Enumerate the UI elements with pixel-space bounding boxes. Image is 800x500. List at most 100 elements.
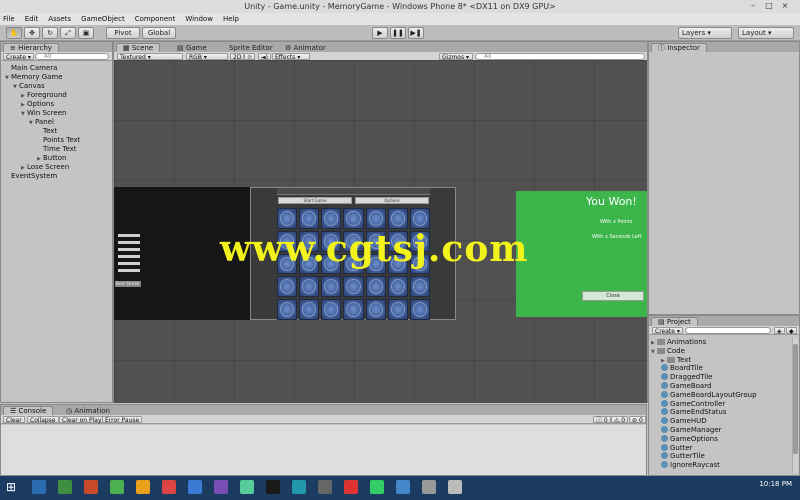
tab-console[interactable]: ☰ Console — [3, 406, 54, 415]
console-info-count[interactable]: ⓘ 0 — [593, 416, 611, 424]
taskbar-app-icon[interactable] — [396, 480, 410, 494]
rotate-tool-icon[interactable]: ↻ — [42, 27, 58, 39]
hierarchy-item[interactable]: ▶ Button — [37, 154, 66, 163]
move-tool-icon[interactable]: ✥ — [24, 27, 40, 39]
hierarchy-item[interactable]: ▼ Panel — [29, 118, 54, 127]
layers-dropdown[interactable]: Layers ▾ — [678, 27, 732, 39]
global-toggle[interactable]: Global — [142, 27, 176, 39]
project-folder[interactable]: ▶ Text — [661, 356, 691, 365]
console-warning-count[interactable]: ⚠ 0 — [611, 416, 629, 424]
taskbar-app-icon[interactable] — [188, 480, 202, 494]
hierarchy-item[interactable]: Main Camera — [5, 64, 57, 73]
taskbar-app-icon[interactable] — [58, 480, 72, 494]
hierarchy-item[interactable]: ▶ Options — [21, 100, 54, 109]
taskbar-app-icon[interactable] — [240, 480, 254, 494]
project-script[interactable]: GameController — [661, 399, 725, 409]
scene-search-input[interactable]: All — [475, 53, 645, 60]
shading-dropdown[interactable]: Textured ▾ — [117, 53, 183, 61]
tab-sprite-editor[interactable]: Sprite Editor — [222, 43, 280, 52]
project-scrollbar[interactable] — [792, 338, 798, 473]
taskbar-app-icon[interactable] — [292, 480, 306, 494]
project-script[interactable]: GameBoard — [661, 382, 711, 391]
hierarchy-item[interactable]: ▼ Win Screen — [21, 109, 66, 118]
taskbar-app-icon[interactable] — [32, 480, 46, 494]
taskbar-app-icon[interactable] — [266, 480, 280, 494]
gizmos-dropdown[interactable]: Gizmos ▾ — [439, 53, 473, 61]
taskbar-app-icon[interactable] — [448, 480, 462, 494]
menu-component[interactable]: Component — [135, 15, 176, 23]
tab-inspector[interactable]: ⓘ Inspector — [651, 43, 707, 52]
taskbar-app-icon[interactable] — [110, 480, 124, 494]
project-search-input[interactable] — [685, 327, 771, 334]
close-window-button[interactable]: × — [780, 2, 790, 10]
hierarchy-item[interactable]: Points Text — [37, 136, 80, 145]
project-folder[interactable]: ▼ Code — [651, 347, 685, 356]
menu-file[interactable]: File — [3, 15, 15, 23]
tab-hierarchy[interactable]: ≡ Hierarchy — [3, 43, 59, 52]
taskbar-app-icon[interactable] — [214, 480, 228, 494]
hierarchy-create-button[interactable]: Create ▾ — [3, 53, 34, 61]
project-scroll-thumb[interactable] — [793, 344, 798, 454]
hand-tool-icon[interactable]: ✋ — [6, 27, 22, 39]
2d-toggle[interactable]: 2D — [230, 53, 245, 61]
taskbar-app-icon[interactable] — [318, 480, 332, 494]
layout-dropdown[interactable]: Layout ▾ — [738, 27, 794, 39]
console-error-count[interactable]: ⊘ 0 — [629, 416, 646, 424]
menu-gameobject[interactable]: GameObject — [81, 15, 125, 23]
audio-icon[interactable]: ◄) — [258, 53, 271, 61]
play-button[interactable]: ▶ — [372, 27, 388, 39]
taskbar-clock[interactable]: 10:18 PM — [759, 480, 792, 488]
rect-tool-icon[interactable]: ▣ — [78, 27, 94, 39]
pivot-toggle[interactable]: Pivot — [106, 27, 140, 39]
taskbar-app-icon[interactable] — [344, 480, 358, 494]
project-folder[interactable]: ▶ Animations — [651, 338, 706, 347]
effects-dropdown[interactable]: Effects ▾ — [272, 53, 310, 61]
hierarchy-item[interactable]: EventSystem — [5, 172, 57, 181]
minimize-button[interactable]: – — [748, 2, 758, 10]
tab-scene[interactable]: ▦ Scene — [116, 43, 161, 52]
taskbar-app-icon[interactable] — [370, 480, 384, 494]
hierarchy-item[interactable]: ▶ Foreground — [21, 91, 67, 100]
hierarchy-item[interactable]: ▼ Memory Game — [5, 73, 63, 82]
scale-tool-icon[interactable]: ⤢ — [60, 27, 76, 39]
console-clear-on-play-button[interactable]: Clear on Play — [59, 416, 105, 424]
console-log-area[interactable] — [1, 425, 646, 475]
project-script[interactable]: GameBoardLayoutGroup — [661, 390, 757, 400]
maximize-button[interactable]: □ — [764, 2, 774, 10]
tab-animation[interactable]: ◷ Animation — [59, 406, 117, 415]
tab-project[interactable]: ▤ Project — [651, 317, 698, 326]
taskbar-app-icon[interactable] — [422, 480, 436, 494]
pause-button[interactable]: ❚❚ — [390, 27, 406, 39]
filter-label-icon[interactable]: ◆ — [786, 327, 797, 335]
project-script[interactable]: GameEndStatus — [661, 408, 726, 417]
project-script[interactable]: Gutter — [661, 443, 693, 453]
taskbar-app-icon[interactable] — [84, 480, 98, 494]
hierarchy-search-input[interactable]: All — [35, 53, 109, 60]
project-script[interactable]: BoardTile — [661, 364, 703, 373]
menu-assets[interactable]: Assets — [48, 15, 71, 23]
console-error-pause-button[interactable]: Error Pause — [102, 416, 143, 424]
lighting-icon[interactable]: ☼ — [244, 53, 256, 61]
step-button[interactable]: ▶❚ — [408, 27, 424, 39]
project-create-button[interactable]: Create ▾ — [652, 327, 683, 335]
tab-animator[interactable]: ⚙ Animator — [278, 43, 333, 52]
project-script[interactable]: DraggedTile — [661, 373, 712, 382]
menu-window[interactable]: Window — [185, 15, 213, 23]
rgb-dropdown[interactable]: RGB ▾ — [186, 53, 228, 61]
console-collapse-button[interactable]: Collapse — [27, 416, 59, 424]
project-script[interactable]: GameManager — [661, 426, 722, 435]
windows-start-icon[interactable]: ⊞ — [6, 480, 20, 494]
hierarchy-item[interactable]: ▶ Lose Screen — [21, 163, 69, 172]
hierarchy-item[interactable]: Text — [37, 127, 57, 136]
hierarchy-item[interactable]: Time Text — [37, 145, 77, 154]
taskbar-app-icon[interactable] — [162, 480, 176, 494]
project-script[interactable]: GutterTile — [661, 452, 705, 461]
hierarchy-item[interactable]: ▼ Canvas — [13, 82, 45, 91]
taskbar-app-icon[interactable] — [136, 480, 150, 494]
filter-type-icon[interactable]: ◈ — [774, 327, 785, 335]
tab-game[interactable]: ▤ Game — [170, 43, 214, 52]
project-script[interactable]: GameHUD — [661, 417, 707, 426]
menu-help[interactable]: Help — [223, 15, 239, 23]
project-script[interactable]: GameOptions — [661, 434, 718, 444]
console-clear-button[interactable]: Clear — [3, 416, 25, 424]
